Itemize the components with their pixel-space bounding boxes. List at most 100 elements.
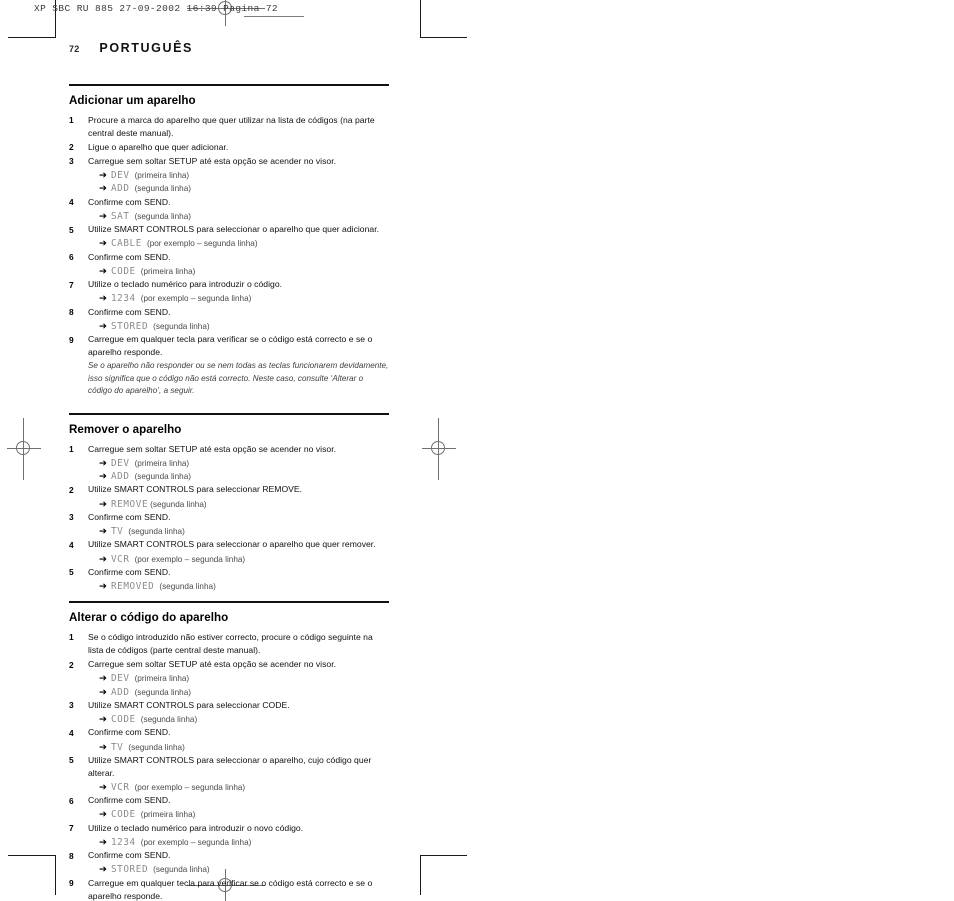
step-number: 3: [69, 156, 74, 167]
step-text: Confirme com SEND.: [88, 306, 171, 317]
lcd-display-text: TV: [110, 741, 124, 753]
content-column: Adicionar um aparelho 1 Procure a marca do…: [69, 84, 389, 901]
section-remark: Se o aparelho não responder ou se nem to…: [88, 361, 389, 396]
prepress-slug-rule: [244, 16, 304, 17]
display-line-note: (segunda linha): [134, 472, 192, 482]
step-text: Utilize o teclado numérico para introduz…: [88, 279, 283, 290]
step-text: Carregue sem soltar SETUP até esta opção…: [88, 443, 337, 454]
section-heading: Alterar o código do aparelho: [69, 610, 229, 624]
display-line-note: (segunda linha): [159, 582, 216, 592]
step-text: Utilize SMART CONTROLS para seleccionar …: [88, 224, 380, 235]
arrow-right-icon: ➔: [99, 210, 107, 222]
section-divider-rule: [69, 413, 389, 415]
crop-mark-bottom-left-vertical: [55, 855, 56, 895]
display-line-note: (por exemplo – segunda linha): [134, 554, 246, 564]
arrow-right-icon: ➔: [99, 741, 107, 753]
arrow-right-icon: ➔: [99, 526, 107, 538]
crop-mark-bottom-left-horizontal: [8, 855, 55, 856]
display-line-note: (primeira linha): [134, 171, 190, 181]
display-readout-line: ➔ REMOVED (segunda linha): [99, 580, 389, 593]
display-line-note: (segunda linha): [140, 715, 198, 725]
display-readout-line: ➔ 1234 (por exemplo – segunda linha): [99, 836, 389, 849]
display-line-note: (por exemplo – segunda linha): [140, 837, 252, 847]
registration-mark-right: [422, 418, 456, 480]
arrow-right-icon: ➔: [99, 686, 107, 698]
procedure-step: 7 Utilize o teclado numérico para introdu…: [69, 822, 389, 836]
display-readout-line: ➔ CODE (primeira linha): [99, 265, 389, 278]
display-line-note: (segunda linha): [153, 865, 210, 875]
procedure-step: 2 Carregue sem soltar SETUP até esta opçã…: [69, 658, 389, 672]
procedure-step: 1 Procure a marca do aparelho que quer ut…: [69, 114, 389, 141]
display-readout-line: ➔ CODE (segunda linha): [99, 713, 389, 726]
display-readout-line: ➔ DEV (primeira linha): [99, 169, 389, 182]
lcd-display-text: DEV: [110, 170, 130, 182]
arrow-right-icon: ➔: [99, 673, 107, 685]
step-text: Confirme com SEND.: [88, 251, 171, 262]
step-number: 5: [69, 755, 74, 766]
procedure-step: 2 Utilize SMART CONTROLS para seleccionar…: [69, 483, 389, 497]
lcd-display-text: ADD: [110, 183, 130, 195]
display-line-note: (primeira linha): [134, 674, 190, 684]
lcd-display-text: VCR: [110, 553, 130, 565]
running-head: 72 PORTUGUÊS: [69, 41, 193, 55]
lcd-display-text: CODE: [110, 265, 136, 277]
crop-mark-bottom-right-vertical: [420, 855, 421, 895]
step-text: Ligue o aparelho que quer adicionar.: [88, 141, 229, 152]
procedure-section: Alterar o código do aparelho 1 Se o código…: [69, 601, 389, 901]
arrow-right-icon: ➔: [99, 320, 107, 332]
arrow-right-icon: ➔: [99, 498, 107, 510]
display-line-note: (segunda linha): [128, 742, 185, 752]
display-readout-line: ➔ ADD (segunda linha): [99, 686, 389, 699]
lcd-display-text: 1234: [110, 836, 136, 848]
procedure-step: 5 Utilize SMART CONTROLS para seleccionar…: [69, 223, 389, 237]
display-readout-line: ➔ REMOVE (segunda linha): [99, 498, 389, 511]
arrow-right-icon: ➔: [99, 183, 107, 195]
display-readout-line: ➔ VCR (por exemplo – segunda linha): [99, 553, 389, 566]
arrow-right-icon: ➔: [99, 170, 107, 182]
step-number: 7: [69, 823, 74, 834]
display-readout-line: ➔ STORED (segunda linha): [99, 320, 389, 333]
manual-page: XP SBC RU 885 27-09-2002 16:39 Pagina 72…: [0, 0, 954, 901]
display-readout-line: ➔ CODE (primeira linha): [99, 808, 389, 821]
display-line-note: (segunda linha): [150, 499, 207, 509]
procedure-step: 3 Utilize SMART CONTROLS para seleccionar…: [69, 699, 389, 713]
procedure-step: 9 Carregue em qualquer tecla para verific…: [69, 333, 389, 360]
display-readout-line: ➔ TV (segunda linha): [99, 741, 389, 754]
section-heading: Adicionar um aparelho: [69, 93, 196, 107]
step-number: 2: [69, 484, 74, 495]
procedure-step: 8 Confirme com SEND.: [69, 306, 389, 320]
display-readout-line: ➔ CABLE (por exemplo – segunda linha): [99, 237, 389, 250]
step-number: 2: [69, 659, 74, 670]
display-line-note: (segunda linha): [153, 321, 210, 331]
step-text: Confirme com SEND.: [88, 795, 171, 806]
display-readout-line: ➔ SAT (segunda linha): [99, 210, 389, 223]
arrow-right-icon: ➔: [99, 581, 107, 593]
step-number: 6: [69, 252, 74, 263]
section-divider-rule: [69, 84, 389, 86]
step-text: Procure a marca do aparelho que quer uti…: [88, 114, 375, 138]
lcd-display-text: STORED: [110, 320, 149, 332]
arrow-right-icon: ➔: [99, 781, 107, 793]
lcd-display-text: STORED: [110, 864, 149, 876]
procedure-step: 8 Confirme com SEND.: [69, 849, 389, 863]
display-line-note: (primeira linha): [140, 810, 196, 820]
step-text: Carregue sem soltar SETUP até esta opção…: [88, 155, 337, 166]
procedure-step: 9 Carregue em qualquer tecla para verific…: [69, 877, 389, 901]
procedure-section: Remover o aparelho 1 Carregue sem soltar S…: [69, 413, 389, 599]
step-number: 9: [69, 334, 74, 345]
step-number: 1: [69, 632, 74, 643]
display-line-note: (primeira linha): [140, 266, 196, 276]
lcd-display-text: DEV: [110, 673, 130, 685]
step-text: Utilize o teclado numérico para introduz…: [88, 822, 304, 833]
display-readout-line: ➔ TV (segunda linha): [99, 525, 389, 538]
step-number: 8: [69, 850, 74, 861]
display-readout-line: ➔ STORED (segunda linha): [99, 863, 389, 876]
procedure-step: 1 Carregue sem soltar SETUP até esta opçã…: [69, 443, 389, 457]
step-number: 6: [69, 795, 74, 806]
lcd-display-text: SAT: [110, 210, 130, 222]
display-line-note: (segunda linha): [134, 687, 192, 697]
step-text: Confirme com SEND.: [88, 511, 171, 522]
step-text: Utilize SMART CONTROLS para seleccionar …: [88, 754, 372, 779]
